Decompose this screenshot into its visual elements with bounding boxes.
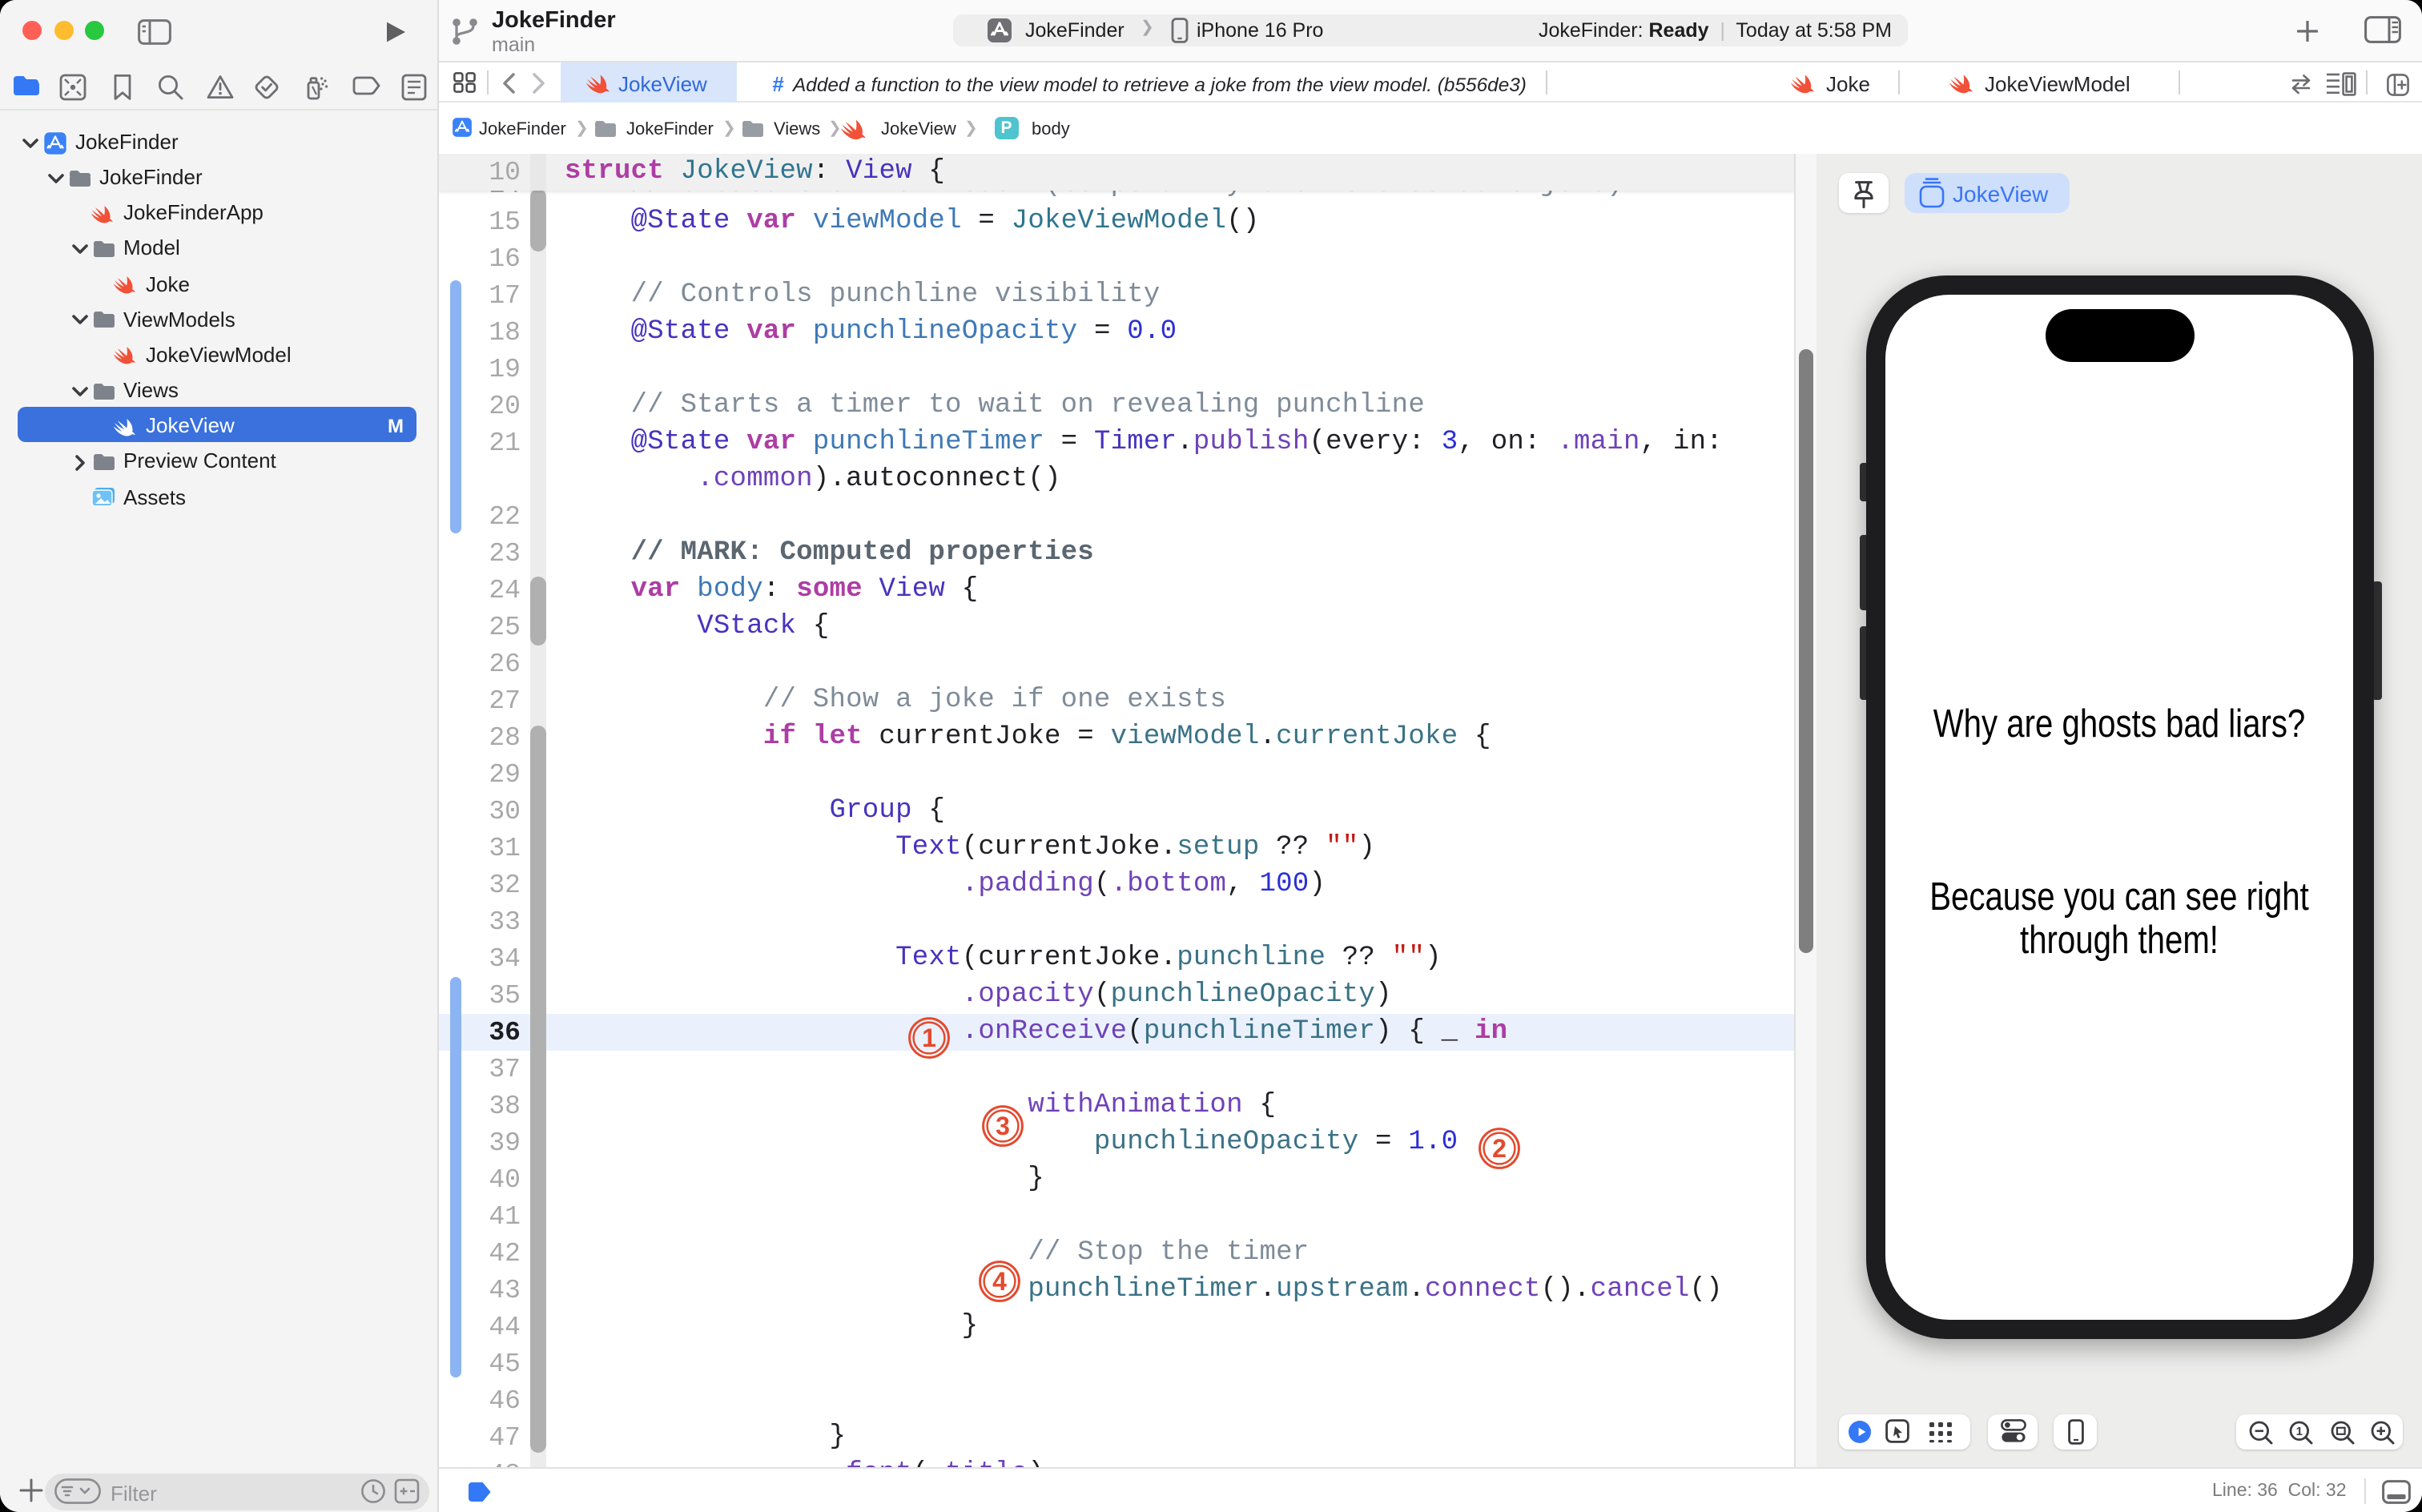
- svg-text:4: 4: [992, 1267, 1006, 1296]
- svg-text:1: 1: [2296, 1424, 2303, 1438]
- svg-text:3: 3: [996, 1112, 1010, 1140]
- svg-text:2: 2: [1492, 1134, 1507, 1163]
- svg-text:1: 1: [921, 1023, 935, 1052]
